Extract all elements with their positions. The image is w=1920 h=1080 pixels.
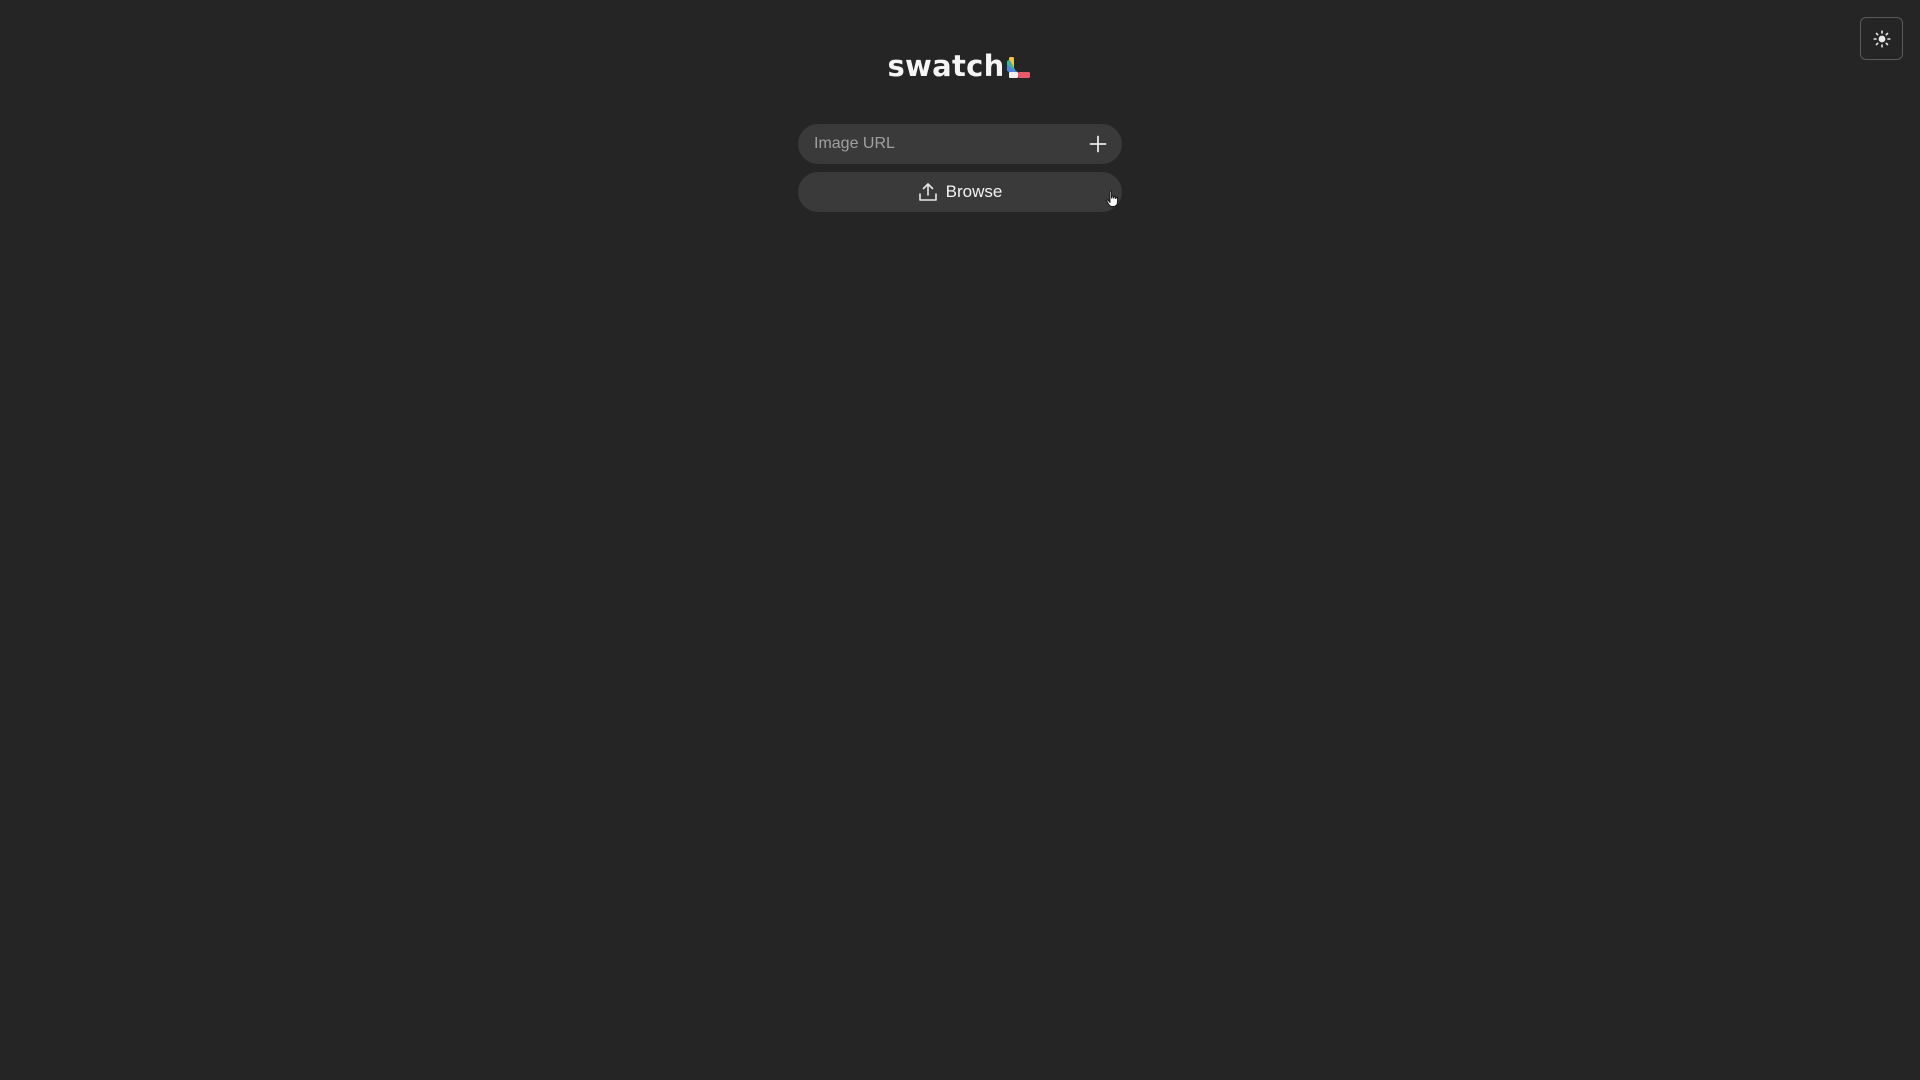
sun-icon (1872, 29, 1891, 48)
palette-logo-icon (1006, 57, 1030, 78)
browse-button[interactable]: Browse (798, 172, 1122, 212)
logo: swatch (887, 48, 1032, 84)
browse-label: Browse (945, 182, 1003, 201)
url-field (798, 124, 1122, 164)
image-url-input[interactable] (798, 124, 1122, 164)
plus-icon (1089, 135, 1107, 153)
app-title: swatch (887, 49, 1005, 83)
image-input-form: Browse (798, 124, 1122, 212)
add-button[interactable] (1084, 130, 1112, 158)
upload-icon (918, 183, 937, 201)
header: swatch (0, 48, 1920, 84)
